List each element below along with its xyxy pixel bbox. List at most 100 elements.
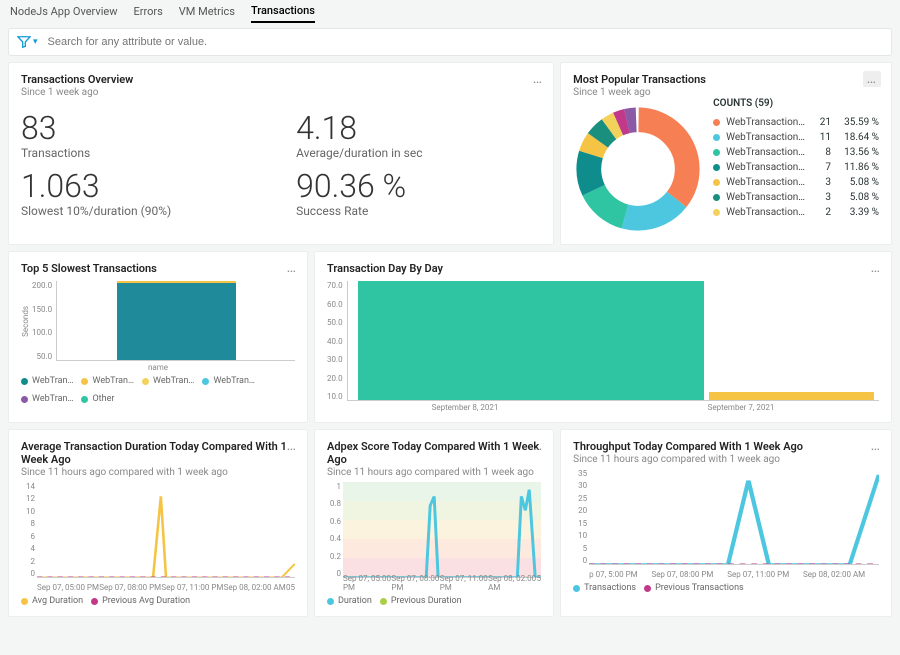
legend: Duration Previous Duration: [327, 596, 541, 606]
metric-avg-duration: 4.18 Average/duration in sec: [296, 112, 541, 160]
metric-slowest: 1.063 Slowest 10%/duration (90%): [21, 170, 266, 218]
legend-item[interactable]: WebTran…: [81, 376, 133, 386]
legend-dot-icon: [81, 396, 88, 403]
card-subtitle: Since 11 hours ago compared with 1 week …: [21, 467, 295, 478]
legend-label: WebTran…: [32, 376, 73, 386]
line-chart: 10.80.60.40.20 Sep 07, 05:00 PMSep 07, 0…: [327, 482, 541, 592]
legend: WebTran… WebTran… WebTran… WebTran… WebTran……: [21, 376, 295, 404]
legend-label: WebTran…: [92, 376, 133, 386]
legend-item[interactable]: Transactions: [573, 583, 636, 593]
more-icon[interactable]: …: [871, 438, 881, 454]
legend-item[interactable]: Avg Duration: [21, 596, 83, 606]
more-icon[interactable]: …: [287, 438, 297, 454]
legend-label: Previous Avg Duration: [102, 596, 190, 606]
series-dot-icon: [713, 194, 720, 201]
legend-dot-icon: [81, 378, 88, 385]
series-name: WebTransaction…: [726, 177, 805, 188]
legend-item[interactable]: Duration: [327, 596, 372, 606]
legend-label: WebTran…: [213, 376, 254, 386]
series-pct: 5.08 %: [837, 177, 879, 188]
counts-header: COUNTS (59): [713, 98, 879, 109]
tab-errors[interactable]: Errors: [133, 1, 162, 22]
series-dot-icon: [713, 164, 720, 171]
popular-row[interactable]: WebTransaction… 21 35.59 %: [713, 115, 879, 130]
legend-item[interactable]: WebTran…: [21, 394, 73, 404]
line-chart: 35302520151050 p 07, 5:00 PMSep 07, 08:0…: [573, 469, 879, 579]
card-avg-duration: Average Transaction Duration Today Compa…: [8, 429, 308, 617]
legend-label: Previous Duration: [391, 596, 462, 606]
legend-item[interactable]: WebTran…: [21, 376, 73, 386]
legend-dot-icon: [21, 598, 28, 605]
card-title: Top 5 Slowest Transactions: [21, 262, 295, 275]
card-day-by-day: Transaction Day By Day … 70.060.050.040.…: [314, 251, 892, 423]
series-name: WebTransaction…: [726, 147, 805, 158]
popular-row[interactable]: WebTransaction… 2 3.39 %: [713, 205, 879, 220]
legend-item[interactable]: WebTran…: [142, 376, 194, 386]
legend-item[interactable]: WebTran…: [202, 376, 254, 386]
metric-transactions: 83 Transactions: [21, 112, 266, 160]
card-title: Transaction Day By Day: [327, 262, 879, 275]
x-axis-label: name: [21, 363, 295, 372]
more-icon[interactable]: …: [871, 260, 881, 276]
popular-row[interactable]: WebTransaction… 3 5.08 %: [713, 190, 879, 205]
series-pct: 5.08 %: [837, 192, 879, 203]
popular-row[interactable]: WebTransaction… 11 18.64 %: [713, 130, 879, 145]
search-input[interactable]: [48, 36, 883, 48]
card-slowest-transactions: Top 5 Slowest Transactions … Seconds 200…: [8, 251, 308, 423]
series-count: 11: [811, 132, 831, 143]
y-axis: 200.0150.0100.050.0: [32, 281, 56, 361]
card-title: Most Popular Transactions: [573, 73, 879, 86]
tab-overview[interactable]: NodeJs App Overview: [10, 1, 117, 22]
legend-dot-icon: [91, 598, 98, 605]
card-subtitle: Since 1 week ago: [21, 87, 541, 98]
legend-dot-icon: [380, 598, 387, 605]
card-subtitle: Since 1 week ago: [573, 87, 879, 98]
more-icon[interactable]: …: [533, 438, 543, 454]
popular-table: COUNTS (59) WebTransaction… 21 35.59 % W…: [713, 98, 879, 234]
series-pct: 11.86 %: [837, 162, 879, 173]
legend-item[interactable]: Previous Avg Duration: [91, 596, 190, 606]
more-icon[interactable]: …: [533, 71, 543, 87]
popular-row[interactable]: WebTransaction… 3 5.08 %: [713, 175, 879, 190]
bar-plot: [347, 281, 879, 401]
series-count: 3: [811, 177, 831, 188]
legend-item[interactable]: Previous Transactions: [644, 583, 744, 593]
metric-success-rate: 90.36 % Success Rate: [296, 170, 541, 218]
popular-row[interactable]: WebTransaction… 8 13.56 %: [713, 145, 879, 160]
series-count: 7: [811, 162, 831, 173]
legend: Transactions Previous Transactions: [573, 583, 879, 593]
legend-label: Avg Duration: [32, 596, 83, 606]
legend-dot-icon: [644, 585, 651, 592]
legend-dot-icon: [142, 378, 149, 385]
legend-dot-icon: [21, 396, 28, 403]
legend-dot-icon: [202, 378, 209, 385]
card-popular-transactions: Most Popular Transactions Since 1 week a…: [560, 62, 892, 245]
legend-item[interactable]: Previous Duration: [380, 596, 462, 606]
card-subtitle: Since 11 hours ago compared with 1 week …: [327, 467, 541, 478]
chevron-down-icon[interactable]: ▾: [33, 37, 38, 47]
more-icon[interactable]: …: [863, 71, 881, 87]
series-pct: 35.59 %: [837, 117, 879, 128]
card-overview: Transactions Overview Since 1 week ago ……: [8, 62, 554, 245]
legend-label: WebTran…: [32, 394, 73, 404]
search-bar[interactable]: ▾: [8, 28, 892, 56]
series-count: 8: [811, 147, 831, 158]
series-count: 2: [811, 207, 831, 218]
series-dot-icon: [713, 209, 720, 216]
legend: Avg Duration Previous Avg Duration: [21, 596, 295, 606]
card-throughput: Throughput Today Compared With 1 Week Ag…: [560, 429, 892, 617]
tab-transactions[interactable]: Transactions: [251, 0, 315, 23]
legend-item[interactable]: Other: [81, 394, 114, 404]
series-dot-icon: [713, 179, 720, 186]
more-icon[interactable]: …: [287, 260, 297, 276]
series-name: WebTransaction…: [726, 207, 805, 218]
legend-label: Duration: [338, 596, 372, 606]
tab-vm-metrics[interactable]: VM Metrics: [179, 1, 235, 22]
card-subtitle: Since 11 hours ago compared with 1 week …: [573, 454, 879, 465]
filter-icon: [17, 35, 31, 49]
popular-row[interactable]: WebTransaction… 7 11.86 %: [713, 160, 879, 175]
series-dot-icon: [713, 119, 720, 126]
legend-label: Transactions: [584, 583, 636, 593]
series-count: 3: [811, 192, 831, 203]
series-dot-icon: [713, 134, 720, 141]
